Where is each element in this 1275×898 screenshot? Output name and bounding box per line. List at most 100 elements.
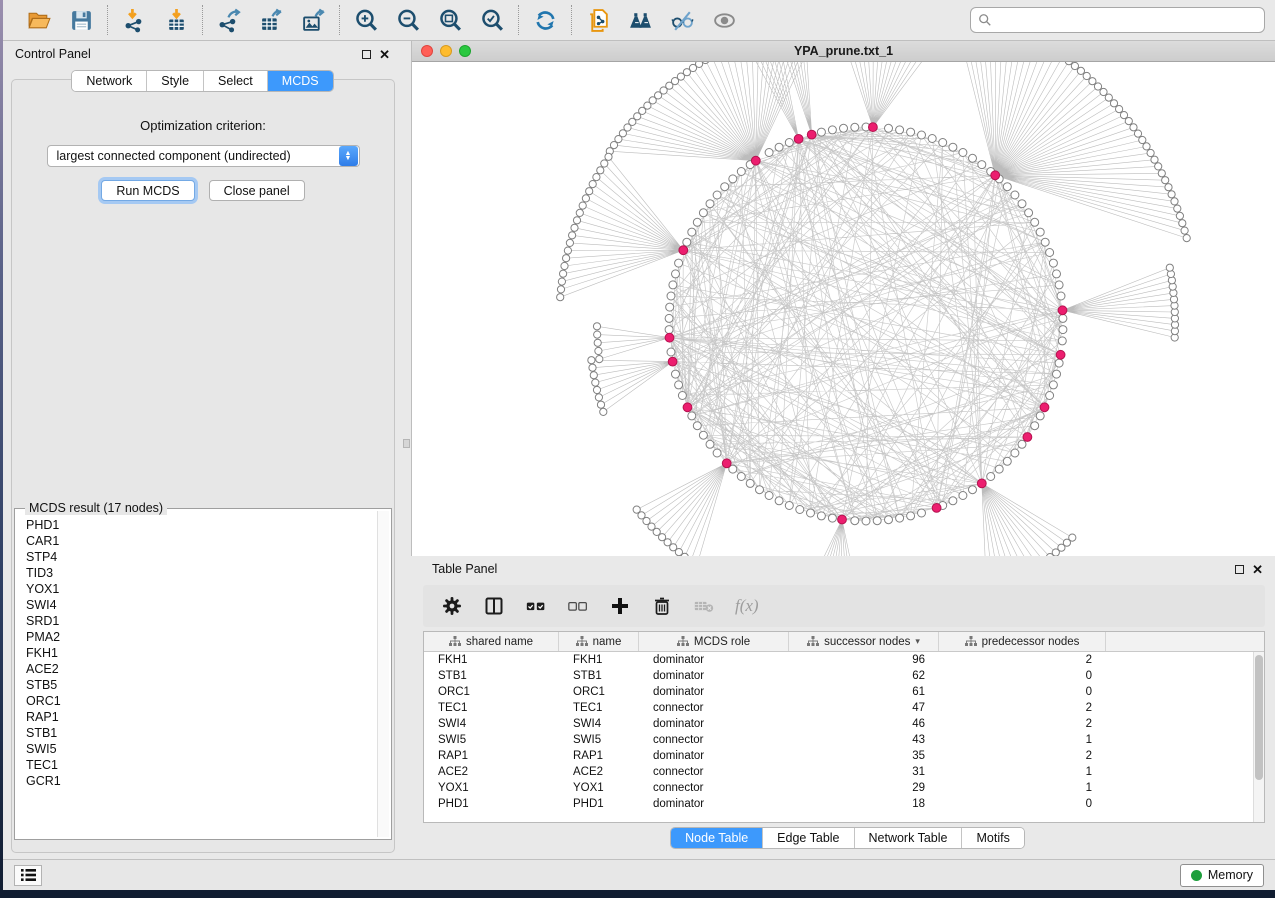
ring-node[interactable] [873,517,881,525]
ring-node[interactable] [669,281,677,289]
ring-node[interactable] [746,479,754,487]
tab-network-table[interactable]: Network Table [855,828,963,848]
network-canvas[interactable] [412,62,1275,556]
ring-node[interactable] [693,218,701,226]
ring-node[interactable] [828,126,836,134]
ring-node[interactable] [699,431,707,439]
zoom-in-button[interactable] [352,6,380,34]
ring-node[interactable] [907,512,915,520]
mcds-node[interactable] [665,333,674,342]
ring-node[interactable] [1049,259,1057,267]
ring-node[interactable] [1003,183,1011,191]
splitter-grip[interactable] [403,439,410,448]
table-row[interactable]: ORC1ORC1dominator610 [424,684,1264,700]
mcds-result-item[interactable]: TID3 [17,565,377,581]
mcds-node[interactable] [977,479,986,488]
ring-node[interactable] [672,270,680,278]
import-network-button[interactable] [120,6,148,34]
leaf-node[interactable] [1083,72,1090,79]
leaf-node[interactable] [1100,88,1107,95]
column-header-shared-name[interactable]: shared name [424,632,559,651]
close-panel-icon[interactable]: ✕ [379,48,390,61]
ring-node[interactable] [1053,270,1061,278]
ring-node[interactable] [665,314,673,322]
open-file-button[interactable] [25,6,53,34]
mcds-result-item[interactable]: RAP1 [17,709,377,725]
leaf-node[interactable] [1120,112,1127,119]
show-columns-button[interactable] [483,595,505,617]
table-scrollbar[interactable] [1253,652,1264,822]
ring-node[interactable] [969,486,977,494]
ring-node[interactable] [666,303,674,311]
tab-edge-table[interactable]: Edge Table [763,828,854,848]
ring-node[interactable] [667,292,675,300]
ring-node[interactable] [785,139,793,147]
leaf-node[interactable] [605,153,612,160]
leaf-node[interactable] [1094,83,1101,90]
ring-node[interactable] [1046,392,1054,400]
ring-node[interactable] [918,509,926,517]
export-network-button[interactable] [215,6,243,34]
ring-node[interactable] [1055,359,1063,367]
leaf-node[interactable] [1147,149,1154,156]
ring-node[interactable] [1018,200,1026,208]
leaf-node[interactable] [601,160,608,167]
leaf-node[interactable] [1176,212,1183,219]
leaf-node[interactable] [1171,198,1178,205]
mcds-node[interactable] [794,135,803,144]
tab-node-table[interactable]: Node Table [671,828,763,848]
leaf-node[interactable] [1116,106,1123,113]
column-header-predecessor-nodes[interactable]: predecessor nodes [939,632,1106,651]
mcds-node[interactable] [668,357,677,366]
ring-node[interactable] [851,123,859,131]
leaf-node[interactable] [1134,130,1141,137]
ring-node[interactable] [1003,457,1011,465]
leaf-node[interactable] [1162,177,1169,184]
ring-node[interactable] [785,502,793,510]
leaf-node[interactable] [597,401,604,408]
mcds-result-item[interactable]: SWI5 [17,741,377,757]
network-window-titlebar[interactable]: YPA_prune.txt_1 [412,41,1275,62]
delete-column-button[interactable] [693,595,715,617]
ring-node[interactable] [949,143,957,151]
mcds-result-item[interactable]: PHD1 [17,517,377,533]
leaf-node[interactable] [576,209,583,216]
leaf-node[interactable] [1069,534,1076,541]
import-table-button[interactable] [162,6,190,34]
ring-node[interactable] [688,228,696,236]
float-table-panel-icon[interactable] [1235,565,1244,574]
leaf-node[interactable] [681,553,688,556]
leaf-node[interactable] [1143,143,1150,150]
ring-node[interactable] [699,209,707,217]
ring-node[interactable] [1059,326,1067,334]
optimization-criterion-dropdown[interactable]: largest connected component (undirected)… [47,145,360,167]
mcds-result-item[interactable]: GCR1 [17,773,377,789]
ring-node[interactable] [796,506,804,514]
ring-node[interactable] [688,412,696,420]
ring-node[interactable] [678,392,686,400]
mcds-node[interactable] [683,403,692,412]
leaf-node[interactable] [569,232,576,239]
mcds-result-item[interactable]: YOX1 [17,581,377,597]
run-mcds-button[interactable]: Run MCDS [101,180,194,201]
ring-node[interactable] [807,509,815,517]
float-panel-icon[interactable] [362,50,371,59]
column-header-name[interactable]: name [559,632,639,651]
ring-node[interactable] [693,422,701,430]
table-row[interactable]: TEC1TEC1connector472 [424,700,1264,716]
delete-row-button[interactable] [651,595,673,617]
ring-node[interactable] [706,200,714,208]
table-row[interactable]: RAP1RAP1dominator352 [424,748,1264,764]
tab-select[interactable]: Select [204,71,268,91]
mcds-result-item[interactable]: ACE2 [17,661,377,677]
mcds-node[interactable] [807,130,816,139]
leaf-node[interactable] [571,224,578,231]
ring-node[interactable] [1036,412,1044,420]
panel-menu-button[interactable] [14,865,42,886]
memory-button[interactable]: Memory [1180,864,1264,887]
mcds-node[interactable] [751,156,760,165]
leaf-node[interactable] [1071,62,1078,69]
leaf-node[interactable] [1183,235,1190,242]
ring-node[interactable] [1041,238,1049,246]
mcds-result-item[interactable]: FKH1 [17,645,377,661]
